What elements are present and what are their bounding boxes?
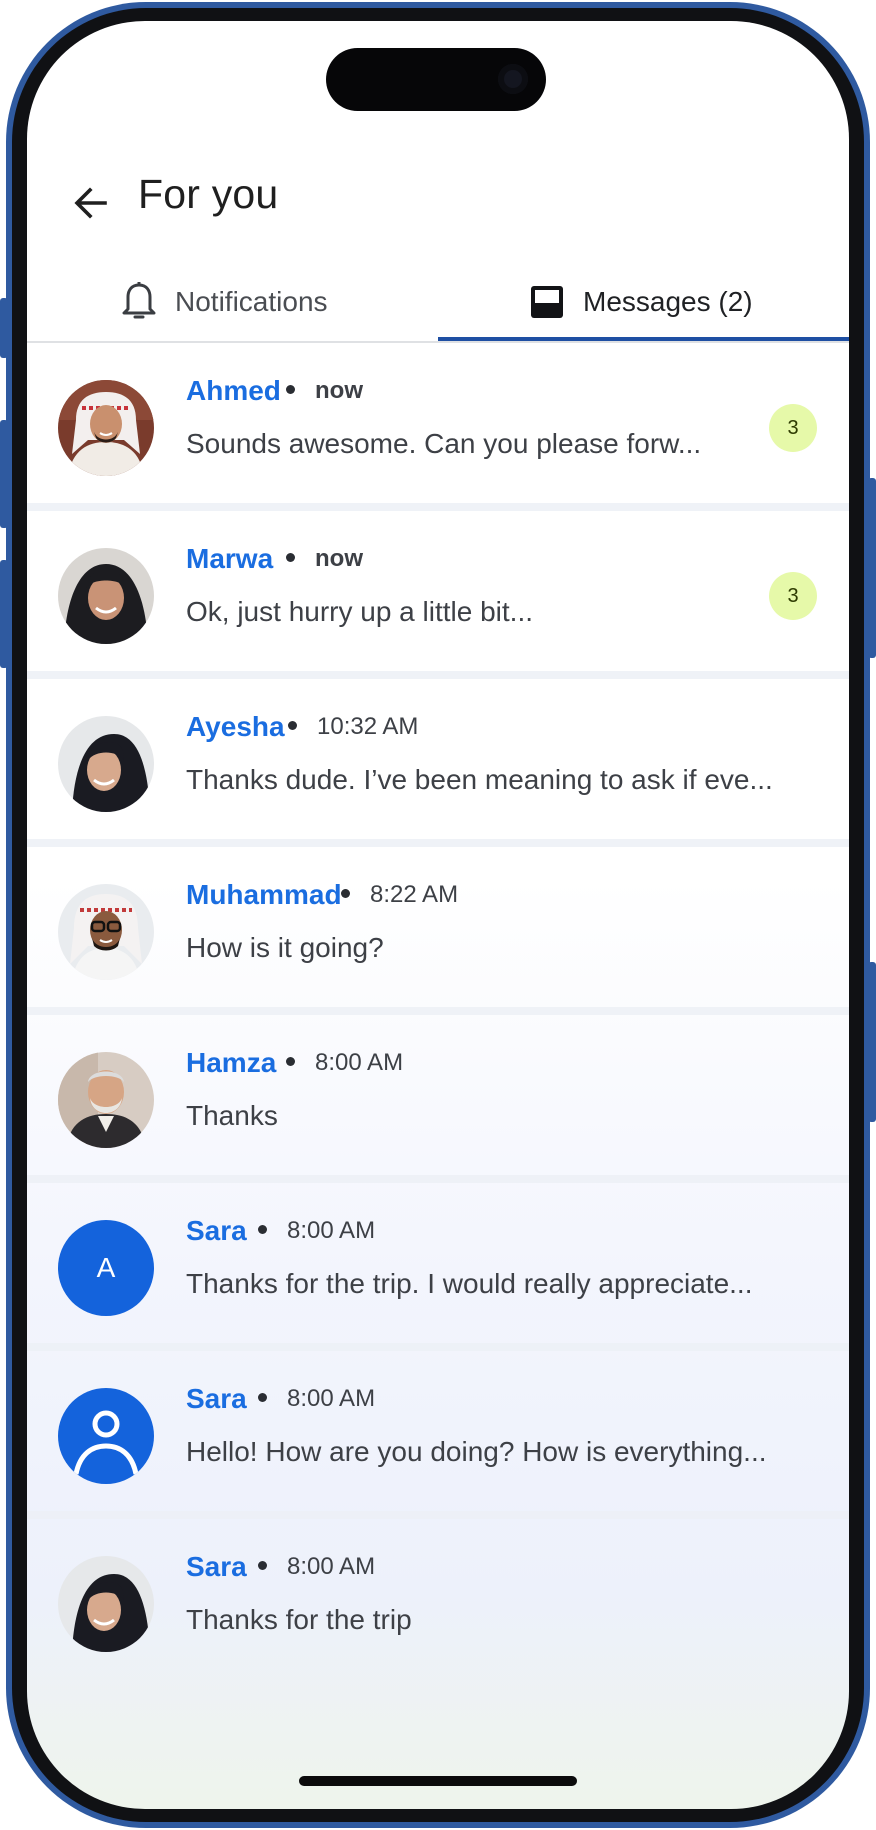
avatar-placeholder	[58, 1388, 154, 1484]
screen: For you Notifications Messages (2) Ahmed…	[27, 21, 849, 1809]
message-row-ahmed[interactable]: Ahmed now Sounds awesome. Can you please…	[27, 343, 849, 511]
avatar-photo	[58, 1052, 154, 1148]
message-preview: Thanks for the trip. I would really appr…	[186, 1268, 753, 1299]
message-row-hamza[interactable]: Hamza 8:00 AM Thanks	[27, 1015, 849, 1183]
unread-count-badge: 3	[769, 404, 817, 452]
tab-messages-label: Messages (2)	[583, 286, 753, 317]
message-preview: Thanks dude. I’ve been meaning to ask if…	[186, 764, 773, 795]
message-preview: Hello! How are you doing? How is everyth…	[186, 1436, 767, 1467]
sender-name: Ayesha	[186, 711, 285, 742]
sender-name: Muhammad	[186, 879, 342, 910]
avatar-photo	[58, 548, 154, 644]
sender-name: Sara	[186, 1383, 247, 1414]
message-time: 8:00 AM	[286, 1049, 403, 1077]
message-time: 8:00 AM	[258, 1385, 375, 1413]
sender-name: Ahmed	[186, 375, 281, 406]
message-row-sara-1[interactable]: A Sara 8:00 AM Thanks for the trip. I wo…	[27, 1183, 849, 1351]
separator-dot	[286, 1057, 295, 1067]
back-button[interactable]	[61, 173, 121, 233]
camera-icon	[498, 64, 528, 94]
sender-name: Hamza	[186, 1047, 277, 1078]
message-time: now	[286, 377, 363, 405]
separator-dot	[258, 1561, 267, 1571]
avatar-photo	[58, 1556, 154, 1652]
separator-dot	[258, 1393, 267, 1403]
message-row-sara-2[interactable]: Sara 8:00 AM Hello! How are you doing? H…	[27, 1351, 849, 1519]
message-time: now	[286, 545, 363, 573]
avatar-photo	[58, 380, 154, 476]
message-preview: How is it going?	[186, 932, 384, 963]
tab-messages[interactable]: Messages (2)	[529, 263, 753, 341]
tab-notifications[interactable]: Notifications	[121, 263, 328, 341]
sender-name: Sara	[186, 1215, 247, 1246]
power-button	[868, 478, 876, 658]
sender-name: Marwa	[186, 543, 274, 574]
volume-down-button	[0, 560, 8, 668]
camera-control-button	[868, 962, 876, 1122]
dynamic-island	[326, 48, 546, 111]
message-time: 8:00 AM	[258, 1217, 375, 1245]
avatar-photo	[58, 884, 154, 980]
separator-dot	[286, 553, 295, 563]
message-time: 8:00 AM	[258, 1553, 375, 1581]
mute-switch	[0, 298, 8, 358]
message-row-ayesha[interactable]: Ayesha 10:32 AM Thanks dude. I’ve been m…	[27, 679, 849, 847]
message-time: 8:22 AM	[341, 881, 458, 909]
bell-icon	[122, 282, 156, 319]
volume-up-button	[0, 420, 8, 528]
person-icon	[73, 1410, 139, 1475]
tab-notifications-label: Notifications	[175, 286, 328, 317]
inbox-icon	[531, 286, 563, 318]
home-indicator[interactable]	[299, 1776, 577, 1786]
message-preview: Thanks for the trip	[186, 1604, 412, 1635]
sender-name: Sara	[186, 1551, 247, 1582]
active-tab-indicator	[438, 337, 849, 341]
message-time: 10:32 AM	[288, 713, 418, 741]
avatar-photo	[58, 716, 154, 812]
message-row-sara-3[interactable]: Sara 8:00 AM Thanks for the trip	[27, 1519, 849, 1679]
app-header: For you	[27, 161, 849, 251]
page-title: For you	[138, 171, 279, 217]
message-list: Ahmed now Sounds awesome. Can you please…	[27, 343, 849, 1679]
message-preview: Ok, just hurry up a little bit...	[186, 596, 534, 627]
arrow-left-icon	[74, 187, 107, 219]
message-row-marwa[interactable]: Marwa now Ok, just hurry up a little bit…	[27, 511, 849, 679]
avatar-initial-letter: A	[96, 1252, 116, 1283]
separator-dot	[258, 1225, 267, 1235]
message-row-muhammad[interactable]: Muhammad 8:22 AM How is it going?	[27, 847, 849, 1015]
separator-dot	[341, 889, 350, 899]
unread-count-badge: 3	[769, 572, 817, 620]
separator-dot	[286, 385, 295, 395]
separator-dot	[288, 721, 297, 731]
tab-bar: Notifications Messages (2)	[27, 263, 849, 343]
message-preview: Thanks	[186, 1100, 278, 1131]
avatar-initial: A	[58, 1220, 154, 1316]
message-preview: Sounds awesome. Can you please forw...	[186, 428, 702, 459]
